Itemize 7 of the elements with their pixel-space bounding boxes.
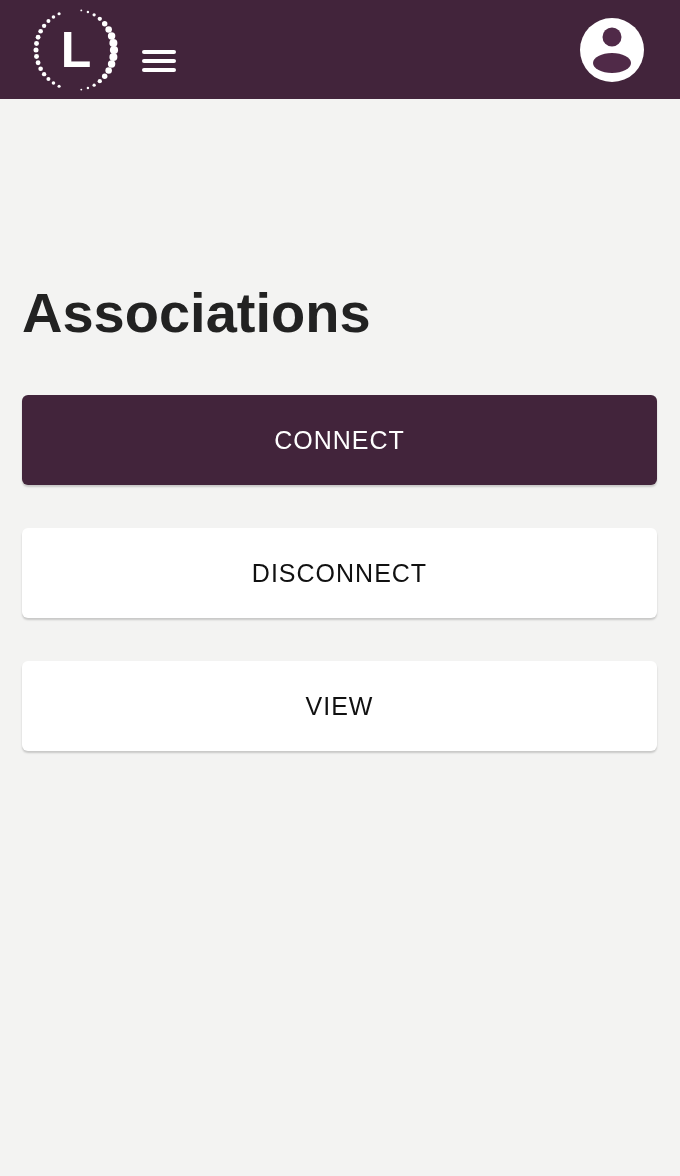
user-avatar-icon[interactable] [580, 17, 644, 82]
logo-letter: L [60, 24, 92, 75]
menu-icon[interactable] [142, 49, 176, 72]
secondary-button[interactable]: DISCONNECT [22, 528, 657, 618]
primary-button[interactable]: CONNECT [22, 395, 657, 485]
secondary-button[interactable]: VIEW [22, 661, 657, 751]
page-title: Associations [22, 280, 372, 346]
